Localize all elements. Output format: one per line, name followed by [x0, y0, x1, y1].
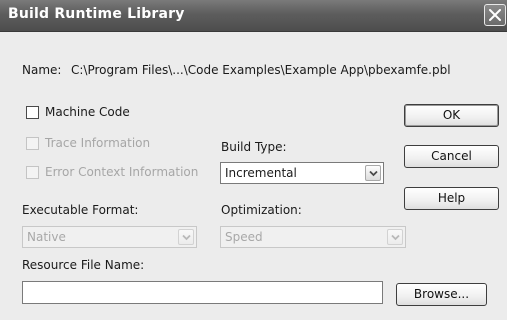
chevron-down-icon	[369, 170, 378, 177]
build-type-value: Incremental	[225, 166, 297, 180]
chevron-down-icon	[182, 234, 191, 241]
machine-code-checkbox-box[interactable]	[26, 106, 39, 119]
close-x-icon	[489, 9, 501, 21]
machine-code-label: Machine Code	[45, 105, 130, 119]
browse-button[interactable]: Browse...	[396, 283, 487, 306]
help-button[interactable]: Help	[404, 187, 499, 210]
error-context-checkbox-box[interactable]	[26, 166, 39, 179]
build-type-select[interactable]: Incremental	[220, 162, 384, 184]
dialog-title: Build Runtime Library	[8, 6, 185, 22]
optimization-value: Speed	[225, 230, 263, 244]
build-runtime-library-dialog: Build Runtime Library Name: C:\Program F…	[0, 0, 507, 320]
error-context-label: Error Context Information	[45, 165, 199, 179]
optimization-label: Optimization:	[221, 203, 302, 217]
executable-format-value: Native	[27, 230, 66, 244]
executable-format-label: Executable Format:	[22, 203, 139, 217]
close-button[interactable]	[484, 4, 506, 26]
title-bar[interactable]: Build Runtime Library	[0, 0, 507, 32]
resource-file-name-label: Resource File Name:	[22, 258, 145, 272]
name-path-value: C:\Program Files\...\Code Examples\Examp…	[71, 63, 451, 77]
name-label: Name:	[22, 63, 62, 77]
cancel-button[interactable]: Cancel	[404, 145, 499, 168]
optimization-dropdown-button[interactable]	[387, 229, 403, 245]
chevron-down-icon	[391, 234, 400, 241]
optimization-select[interactable]: Speed	[220, 226, 406, 248]
ok-button[interactable]: OK	[404, 104, 499, 127]
trace-information-checkbox-box[interactable]	[26, 137, 39, 150]
trace-information-label: Trace Information	[45, 136, 151, 150]
executable-format-select[interactable]: Native	[22, 226, 197, 248]
build-type-dropdown-button[interactable]	[365, 165, 381, 181]
build-type-label: Build Type:	[221, 140, 287, 154]
resource-file-name-input[interactable]	[22, 281, 383, 304]
executable-format-dropdown-button[interactable]	[178, 229, 194, 245]
